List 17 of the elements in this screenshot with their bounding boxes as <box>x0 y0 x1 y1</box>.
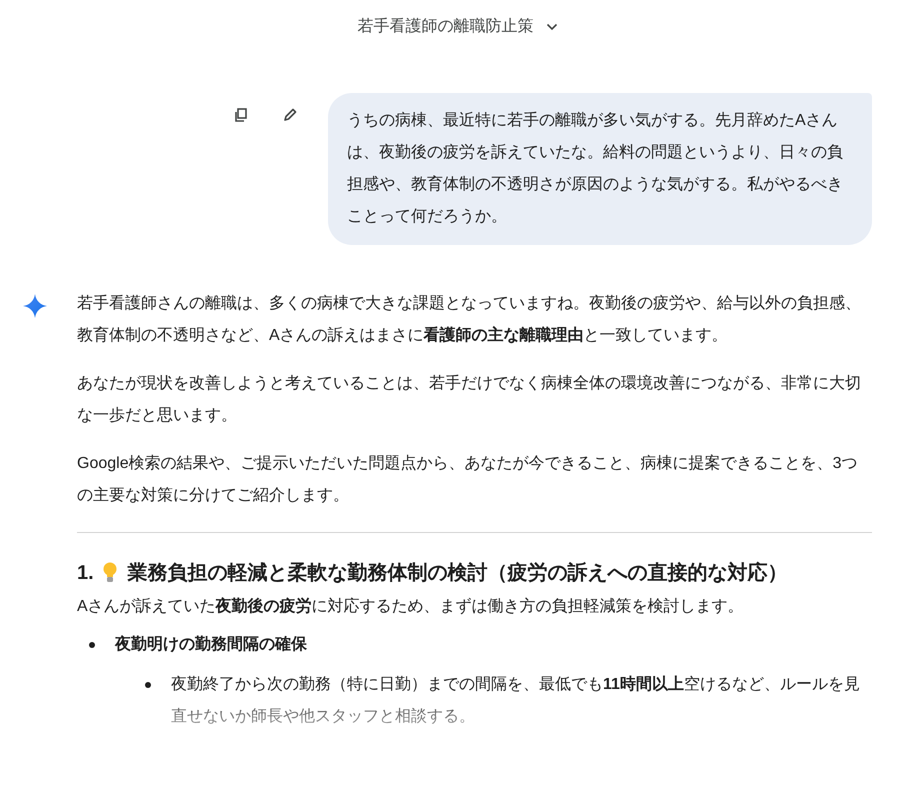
response-paragraph: あなたが現状を改善しようと考えていることは、若手だけでなく病棟全体の環境改善につながる、非常に大切な一歩だと思います。 <box>77 373 862 426</box>
section-number: 1. <box>77 561 94 586</box>
bullet-text: 夜勤明けの勤務間隔の確保 <box>115 634 308 655</box>
sparkle-icon <box>23 294 47 318</box>
bullet-icon <box>145 682 151 688</box>
bullet-text: 夜勤終了から次の勤務（特に日勤）までの間隔を、最低でも11時間以上空けるなど、ルールを見直せないか師長や他スタッフと相談する。 <box>171 674 861 727</box>
bullet-icon <box>89 642 95 648</box>
copy-icon <box>233 107 249 123</box>
section-intro: Aさんが訴えていた夜勤後の疲労に対応するため、まずは働き方の負担軽減策を検討します。 <box>77 596 745 617</box>
pencil-icon <box>282 107 298 123</box>
lightbulb-icon <box>102 562 118 584</box>
message-text: うちの病棟、最近特に若手の離職が多い気がする。先月辞めたAさんは、夜勤後の疲労を訴えていたな。給料の問題というより、日々の負担感や、教育体制の不透明さが原因のような気がする。私がやるべきことって何だろうか。 <box>347 110 844 227</box>
section-heading: 業務負担の軽減と柔軟な勤務体制の検討（疲労の訴えへの直接的な対応） <box>128 560 788 586</box>
chevron-down-icon <box>546 23 558 31</box>
response-paragraph: Google検索の結果や、ご提示いただいた問題点から、あなたが今できること、病棟に提案できることを、3つの主要な対策に分けてご紹介します。 <box>77 453 858 506</box>
conversation-title-button[interactable]: 若手看護師の離職防止策 <box>350 14 566 40</box>
response-paragraph: 若手看護師さんの離職は、多くの病棟で大きな課題となっていますね。夜勤後の疲労や、給与以外の負担感、教育体制の不透明さなど、Aさんの訴えはまさに看護師の主な離職理由と一致しています。 <box>77 294 862 346</box>
